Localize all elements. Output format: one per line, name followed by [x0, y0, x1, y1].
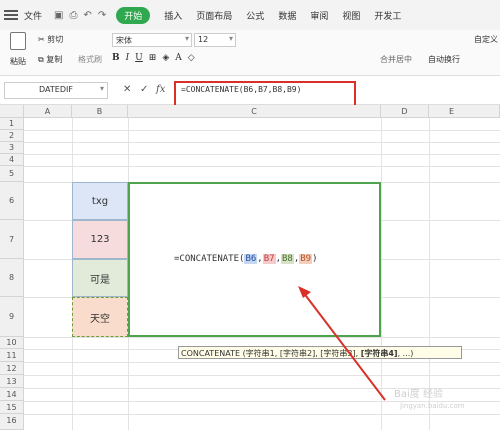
row-header-2[interactable]: 2 — [0, 130, 24, 142]
formula-ref-b6: B6 — [244, 254, 258, 264]
paste-label: 粘贴 — [10, 57, 26, 66]
row-header-5[interactable]: 5 — [0, 166, 24, 182]
bold-icon[interactable]: B — [112, 53, 120, 63]
tab-review[interactable]: 审阅 — [310, 9, 328, 22]
quick-access-toolbar: ▣ ⎙ ↶ ↷ — [54, 10, 106, 21]
select-all-corner[interactable] — [0, 105, 24, 118]
function-tooltip: CONCATENATE (字符串1, [字符串2], [字符串3], [字符串4… — [178, 346, 462, 359]
cut-label: 剪切 — [47, 35, 64, 44]
formula-sep: , — [257, 254, 263, 264]
in-cell-formula: =CONCATENATE(B6,B7,B8,B9) — [174, 254, 318, 264]
row-header-9[interactable]: 9 — [0, 297, 24, 337]
tab-insert[interactable]: 插入 — [164, 9, 182, 22]
row-header-8[interactable]: 8 — [0, 259, 24, 297]
gridline — [429, 118, 430, 430]
copy-button[interactable]: ⧉ 复制 — [38, 54, 62, 65]
font-size-select[interactable]: 12 — [194, 33, 236, 47]
menu-bar: 文件 ▣ ⎙ ↶ ↷ 开始 插入 页面布局 公式 数据 审阅 视图 开发工 — [0, 0, 500, 30]
row-header-1[interactable]: 1 — [0, 118, 24, 130]
format-painter-button[interactable]: 格式刷 — [78, 54, 102, 65]
copy-label: 复制 — [46, 55, 63, 64]
tab-developer[interactable]: 开发工 — [374, 9, 401, 22]
cell-b8[interactable]: 可是 — [72, 259, 128, 297]
row-header-4[interactable]: 4 — [0, 154, 24, 166]
row-header-15[interactable]: 15 — [0, 401, 24, 414]
underline-icon[interactable]: U — [135, 53, 143, 63]
column-header-b[interactable]: B — [72, 105, 128, 118]
menu-file[interactable]: 文件 — [24, 9, 42, 22]
redo-icon[interactable]: ↷ — [98, 10, 106, 21]
menu-icon[interactable] — [4, 10, 18, 20]
tab-formulas[interactable]: 公式 — [246, 9, 264, 22]
eraser-icon[interactable]: ◇ — [188, 53, 195, 63]
watermark-logo: Bai度 经验 — [394, 389, 443, 400]
column-header-c[interactable]: C — [128, 105, 381, 118]
tab-page-layout[interactable]: 页面布局 — [196, 9, 232, 22]
fill-color-icon[interactable]: ◈ — [162, 53, 169, 63]
save-icon[interactable]: ▣ — [54, 10, 63, 21]
cell-b7[interactable]: 123 — [72, 220, 128, 259]
row-header-6[interactable]: 6 — [0, 182, 24, 220]
cell-b9[interactable]: 天空 — [72, 297, 128, 337]
fx-icon[interactable]: fx — [156, 84, 165, 95]
row-header-16[interactable]: 16 — [0, 414, 24, 430]
cell-b6[interactable]: txg — [72, 182, 128, 220]
row-header-7[interactable]: 7 — [0, 220, 24, 259]
font-color-icon[interactable]: A — [175, 53, 182, 63]
formula-ref-b9: B9 — [299, 254, 313, 264]
formula-prefix: =CONCATENATE( — [174, 254, 245, 264]
tooltip-current-arg: [字符串4] — [360, 349, 398, 358]
font-format-group: B I U ⊞ ◈ A ◇ — [112, 53, 195, 63]
tooltip-tail: , ...) — [397, 349, 414, 358]
column-header-e[interactable]: E — [429, 105, 500, 118]
gridline — [381, 118, 382, 430]
formula-ref-b7: B7 — [262, 254, 276, 264]
tab-start[interactable]: 开始 — [116, 6, 151, 24]
row-header-13[interactable]: 13 — [0, 375, 24, 388]
row-header-3[interactable]: 3 — [0, 142, 24, 154]
formula-suffix: ) — [312, 254, 318, 264]
column-header-d[interactable]: D — [381, 105, 429, 118]
paste-button[interactable]: 粘贴 — [6, 32, 30, 67]
watermark-url: jingyan.baidu.com — [400, 402, 465, 410]
tooltip-text: CONCATENATE (字符串1, [字符串2], [字符串3], — [181, 349, 361, 358]
cancel-icon[interactable]: ✕ — [123, 84, 131, 95]
cut-button[interactable]: ✂ 剪切 — [38, 34, 63, 45]
italic-icon[interactable]: I — [126, 53, 130, 63]
print-icon[interactable]: ⎙ — [69, 10, 77, 21]
formula-ref-b8: B8 — [280, 254, 294, 264]
undo-icon[interactable]: ↶ — [83, 10, 91, 21]
border-icon[interactable]: ⊞ — [149, 53, 157, 63]
tab-view[interactable]: 视图 — [342, 9, 360, 22]
confirm-icon[interactable]: ✓ — [140, 84, 148, 95]
merge-center-button[interactable]: 合并居中 — [380, 54, 412, 65]
ribbon: 粘贴 ✂ 剪切 ⧉ 复制 格式刷 宋体 12 B I U ⊞ ◈ A ◇ 合并居… — [0, 30, 500, 76]
wrap-text-button[interactable]: 自动换行 — [428, 54, 460, 65]
column-header-a[interactable]: A — [24, 105, 72, 118]
tab-data[interactable]: 数据 — [278, 9, 296, 22]
row-header-10[interactable]: 10 — [0, 337, 24, 349]
paste-icon — [10, 32, 26, 50]
font-name-select[interactable]: 宋体 — [112, 33, 192, 47]
name-box[interactable]: DATEDIF — [4, 82, 108, 99]
row-header-14[interactable]: 14 — [0, 388, 24, 401]
row-header-11[interactable]: 11 — [0, 349, 24, 362]
row-header-12[interactable]: 12 — [0, 362, 24, 375]
number-format-select[interactable]: 自定义 — [474, 34, 498, 45]
cell-c6-editing[interactable]: =CONCATENATE(B6,B7,B8,B9) — [128, 182, 381, 337]
